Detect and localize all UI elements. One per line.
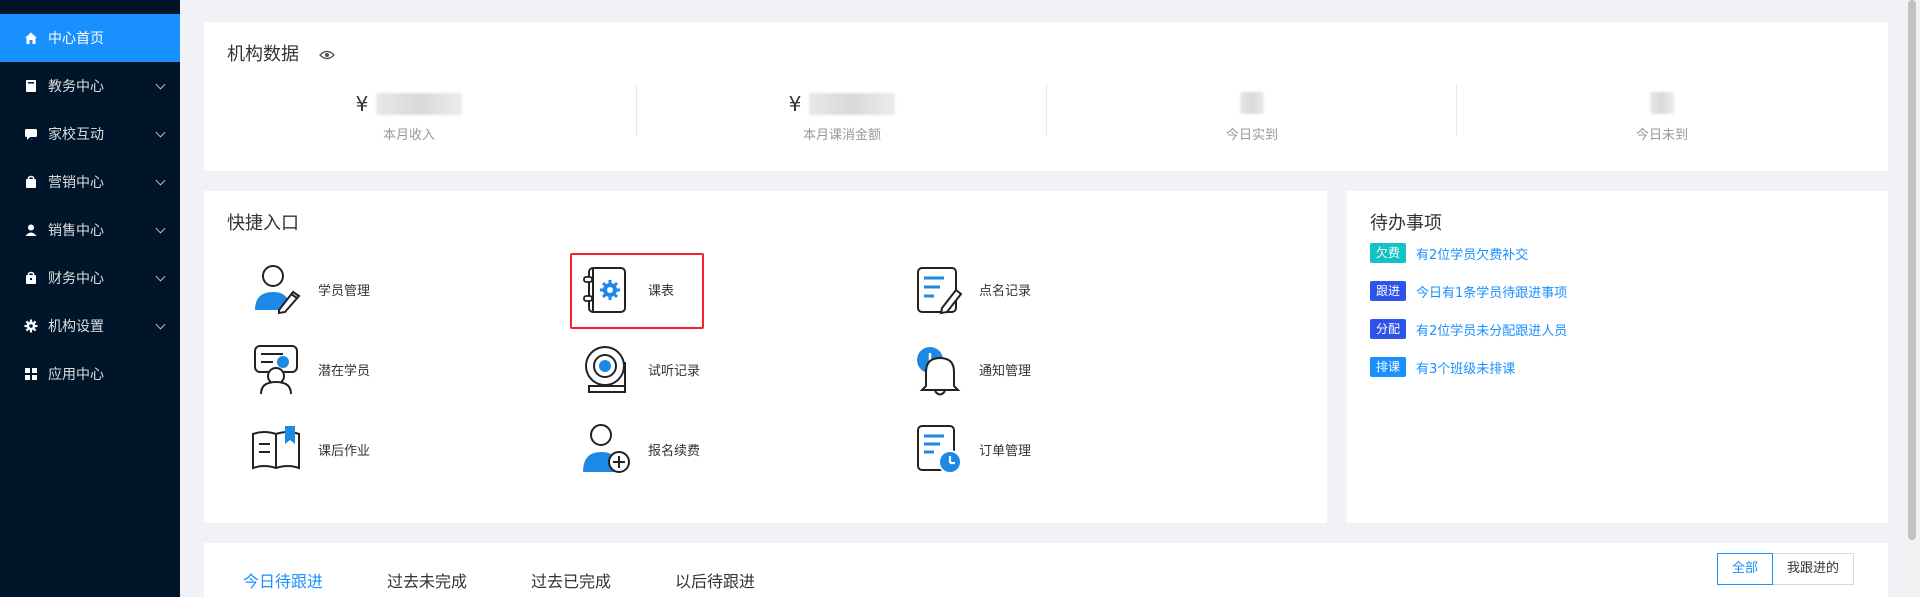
roll-call-icon — [909, 261, 965, 317]
sidebar-item-home[interactable]: 中心首页 — [0, 14, 180, 62]
tab-past-incomplete[interactable]: 过去未完成 — [387, 568, 467, 592]
status-badge: 分配 — [1370, 319, 1407, 339]
quick-enroll-renew[interactable]: 报名续费 — [578, 421, 700, 477]
bag-icon — [24, 175, 38, 189]
sidebar: 中心首页 教务中心 家校互动 营销中心 销售中心 财务中心 机构设置 应用中心 — [0, 0, 180, 597]
followup-filter: 全部 我跟进的 — [1717, 553, 1855, 585]
quick-entry-card: 快捷入口 学员管理 课表 点名记录 潜在学员 试听记录 通知管理 课后作业 报名… — [204, 191, 1327, 523]
todo-item-schedule[interactable]: 排课 有3个班级未排课 — [1370, 357, 1515, 377]
stat-monthly-consumption: ¥ 本月课消金额 — [637, 0, 1047, 149]
sidebar-item-home-school[interactable]: 家校互动 — [0, 110, 180, 158]
gear-icon — [24, 319, 38, 333]
stat-label: 今日未到 — [1635, 128, 1688, 143]
chevron-down-icon — [155, 127, 166, 138]
stat-label: 今日实到 — [1225, 128, 1278, 143]
quick-label: 通知管理 — [979, 363, 1032, 379]
chevron-down-icon — [155, 223, 166, 234]
quick-roll-call[interactable]: 点名记录 — [909, 261, 1031, 317]
todo-item-assign[interactable]: 分配 有2位学员未分配跟进人员 — [1370, 319, 1567, 339]
filter-all-button[interactable]: 全部 — [1717, 553, 1774, 585]
quick-homework[interactable]: 课后作业 — [248, 421, 370, 477]
scrollbar[interactable] — [1904, 0, 1920, 597]
todo-title: 待办事项 — [1370, 213, 1442, 234]
institution-data-card: 机构数据 ¥ 本月收入 ¥ 本月课消金额 今日实到 今日未到 — [204, 22, 1888, 171]
wallet-icon — [24, 271, 38, 285]
tab-today-followup[interactable]: 今日待跟进 — [243, 568, 323, 592]
stat-label: 本月课消金额 — [802, 128, 881, 143]
status-badge: 跟进 — [1370, 281, 1407, 301]
stat-today-absent: 今日未到 — [1457, 0, 1867, 149]
quick-trial-record[interactable]: 试听记录 — [578, 341, 700, 397]
status-badge: 排课 — [1370, 357, 1407, 377]
stat-monthly-income: ¥ 本月收入 — [204, 0, 614, 149]
chevron-down-icon — [155, 175, 166, 186]
todo-item-followup[interactable]: 跟进 今日有1条学员待跟进事项 — [1370, 281, 1567, 301]
chevron-down-icon — [155, 319, 166, 330]
highlight-box — [570, 253, 704, 329]
enroll-add-icon — [578, 421, 634, 477]
currency-symbol: ¥ — [355, 92, 369, 116]
todo-card: 待办事项 欠费 有2位学员欠费补交 跟进 今日有1条学员待跟进事项 分配 有2位… — [1347, 191, 1888, 523]
filter-mine-button[interactable]: 我跟进的 — [1773, 553, 1855, 585]
quick-order-management[interactable]: 订单管理 — [909, 421, 1031, 477]
grid-icon — [24, 367, 38, 381]
sidebar-item-label: 教务中心 — [48, 79, 104, 95]
order-clock-icon — [909, 421, 965, 477]
todo-text[interactable]: 有2位学员欠费补交 — [1416, 244, 1528, 263]
sidebar-item-label: 家校互动 — [48, 127, 104, 143]
chevron-down-icon — [155, 79, 166, 90]
quick-label: 学员管理 — [318, 283, 371, 299]
sidebar-item-apps[interactable]: 应用中心 — [0, 350, 180, 398]
tab-future-followup[interactable]: 以后待跟进 — [675, 568, 755, 592]
quick-label: 试听记录 — [648, 363, 701, 379]
trial-record-icon — [578, 341, 634, 397]
status-badge: 欠费 — [1370, 243, 1407, 263]
masked-value — [376, 93, 463, 115]
quick-label: 课后作业 — [318, 443, 371, 459]
todo-text[interactable]: 有3个班级未排课 — [1416, 358, 1515, 377]
scrollbar-thumb[interactable] — [1908, 0, 1916, 540]
sidebar-item-label: 应用中心 — [48, 367, 104, 383]
student-edit-icon — [248, 261, 304, 317]
masked-value — [1650, 92, 1674, 114]
sidebar-item-finance[interactable]: 财务中心 — [0, 254, 180, 302]
sidebar-item-sales[interactable]: 销售中心 — [0, 206, 180, 254]
currency-symbol: ¥ — [788, 92, 802, 116]
quick-student-management[interactable]: 学员管理 — [248, 261, 370, 317]
todo-text[interactable]: 有2位学员未分配跟进人员 — [1416, 320, 1567, 339]
chevron-down-icon — [155, 271, 166, 282]
sidebar-item-label: 机构设置 — [48, 319, 104, 335]
sidebar-item-label: 财务中心 — [48, 271, 104, 287]
sidebar-item-marketing[interactable]: 营销中心 — [0, 158, 180, 206]
stat-label: 本月收入 — [382, 128, 435, 143]
tab-past-completed[interactable]: 过去已完成 — [531, 568, 611, 592]
chat-icon — [24, 127, 38, 141]
book-icon — [24, 79, 38, 93]
quick-label: 潜在学员 — [318, 363, 371, 379]
user-icon — [24, 223, 38, 237]
sidebar-item-settings[interactable]: 机构设置 — [0, 302, 180, 350]
sidebar-item-academic[interactable]: 教务中心 — [0, 62, 180, 110]
quick-label: 点名记录 — [979, 283, 1032, 299]
todo-item-arrears[interactable]: 欠费 有2位学员欠费补交 — [1370, 243, 1528, 263]
potential-student-icon — [248, 341, 304, 397]
masked-value — [1240, 92, 1264, 114]
quick-potential-students[interactable]: 潜在学员 — [248, 341, 370, 397]
masked-value — [809, 93, 896, 115]
quick-label: 报名续费 — [648, 443, 701, 459]
todo-text[interactable]: 今日有1条学员待跟进事项 — [1416, 282, 1567, 301]
quick-notification[interactable]: 通知管理 — [909, 341, 1031, 397]
quick-label: 订单管理 — [979, 443, 1032, 459]
sidebar-item-label: 销售中心 — [48, 223, 104, 239]
homework-book-icon — [248, 421, 304, 477]
home-icon — [24, 31, 38, 45]
stat-today-present: 今日实到 — [1047, 0, 1457, 149]
sidebar-item-label: 营销中心 — [48, 175, 104, 191]
bell-clock-icon — [909, 341, 965, 397]
quick-title: 快捷入口 — [227, 213, 299, 234]
sidebar-item-label: 中心首页 — [48, 31, 104, 47]
